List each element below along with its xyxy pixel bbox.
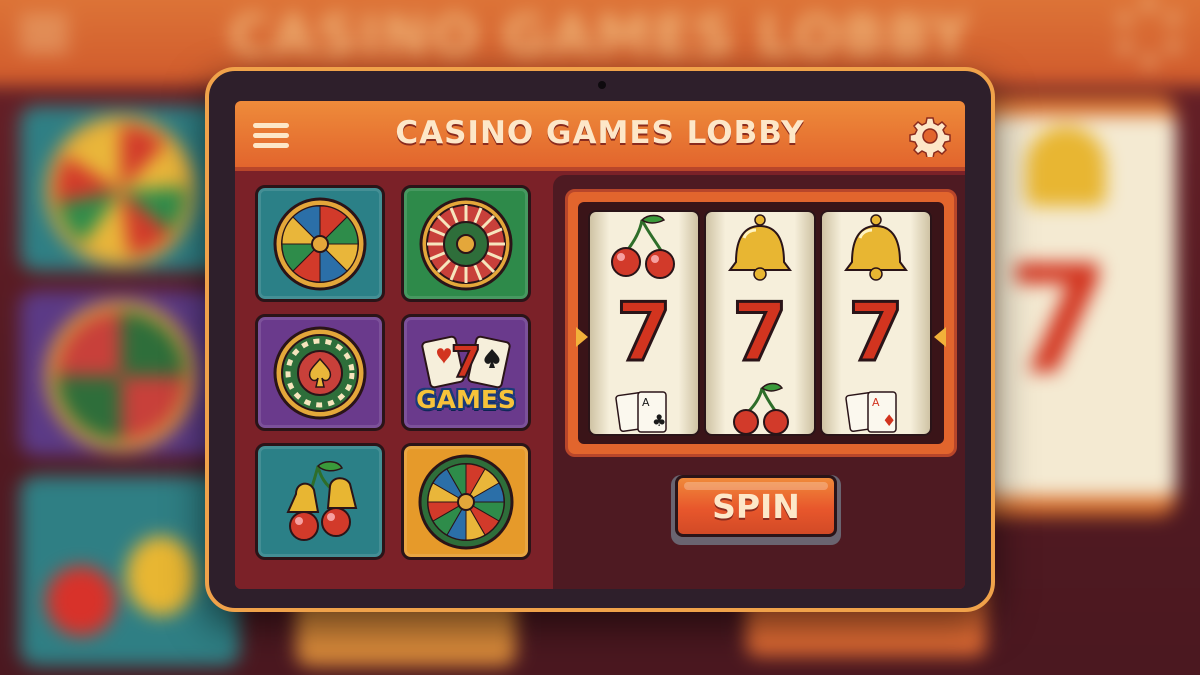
seven-symbol: 7 [616, 286, 672, 379]
game-tile-wheel-of-fortune[interactable] [255, 185, 385, 302]
page-title: CASINO GAMES LOBBY [395, 115, 805, 151]
roulette-wheel-icon [419, 197, 513, 291]
svg-text:A: A [872, 396, 880, 409]
game-tile-prize-wheel[interactable] [401, 443, 531, 560]
spin-button[interactable]: SPIN [675, 475, 837, 537]
background-title: CASINO GAMES LOBBY [228, 4, 972, 69]
reel-indicator-right [934, 327, 946, 347]
spin-button-base: SPIN [671, 475, 841, 545]
svg-text:♣: ♣ [652, 411, 666, 430]
slot-machine-panel: 7 A ♣ 7 7 A ♦ SPIN [553, 175, 965, 589]
gear-icon[interactable] [909, 115, 951, 159]
slot-reel-3: 7 A ♦ [820, 210, 932, 436]
poker-chip-icon [273, 326, 367, 420]
game-tile-fruit-slots[interactable] [255, 443, 385, 560]
game-tile-poker-chip[interactable] [255, 314, 385, 431]
bell-icon [728, 214, 792, 281]
games-label: GAMES [416, 385, 516, 414]
seven-symbol: 7 [848, 286, 904, 379]
reel-indicator-left [576, 327, 588, 347]
game-grid: 7 GAMES [235, 175, 547, 589]
spin-button-label: SPIN [712, 486, 800, 526]
seven-symbol: 7 [732, 286, 788, 379]
svg-text:A: A [642, 396, 650, 409]
lobby-header: CASINO GAMES LOBBY [235, 101, 965, 171]
bell-icon [844, 214, 908, 281]
svg-text:7: 7 [451, 337, 482, 388]
tablet-device: CASINO GAMES LOBBY 7 GAMES 7 A ♣ 7 7 A ♦… [205, 67, 995, 612]
playing-cards-icon: A ♣ [615, 391, 667, 433]
playing-cards-icon: A ♦ [845, 391, 897, 433]
camera-dot [598, 81, 606, 89]
reel-frame: 7 A ♣ 7 7 A ♦ [565, 189, 957, 457]
game-tile-roulette[interactable] [401, 185, 531, 302]
cherry-icon [733, 382, 789, 434]
fortune-wheel-icon [273, 197, 367, 291]
game-tile-card-games[interactable]: 7 GAMES [401, 314, 531, 431]
svg-text:♦: ♦ [882, 411, 896, 430]
cherries-bells-icon [286, 461, 358, 541]
app-screen: CASINO GAMES LOBBY 7 GAMES 7 A ♣ 7 7 A ♦… [235, 101, 965, 589]
cherry-icon [611, 214, 675, 279]
prize-wheel-icon [418, 454, 514, 550]
slot-reel-1: 7 A ♣ [588, 210, 700, 436]
slot-reel-2: 7 [704, 210, 816, 436]
